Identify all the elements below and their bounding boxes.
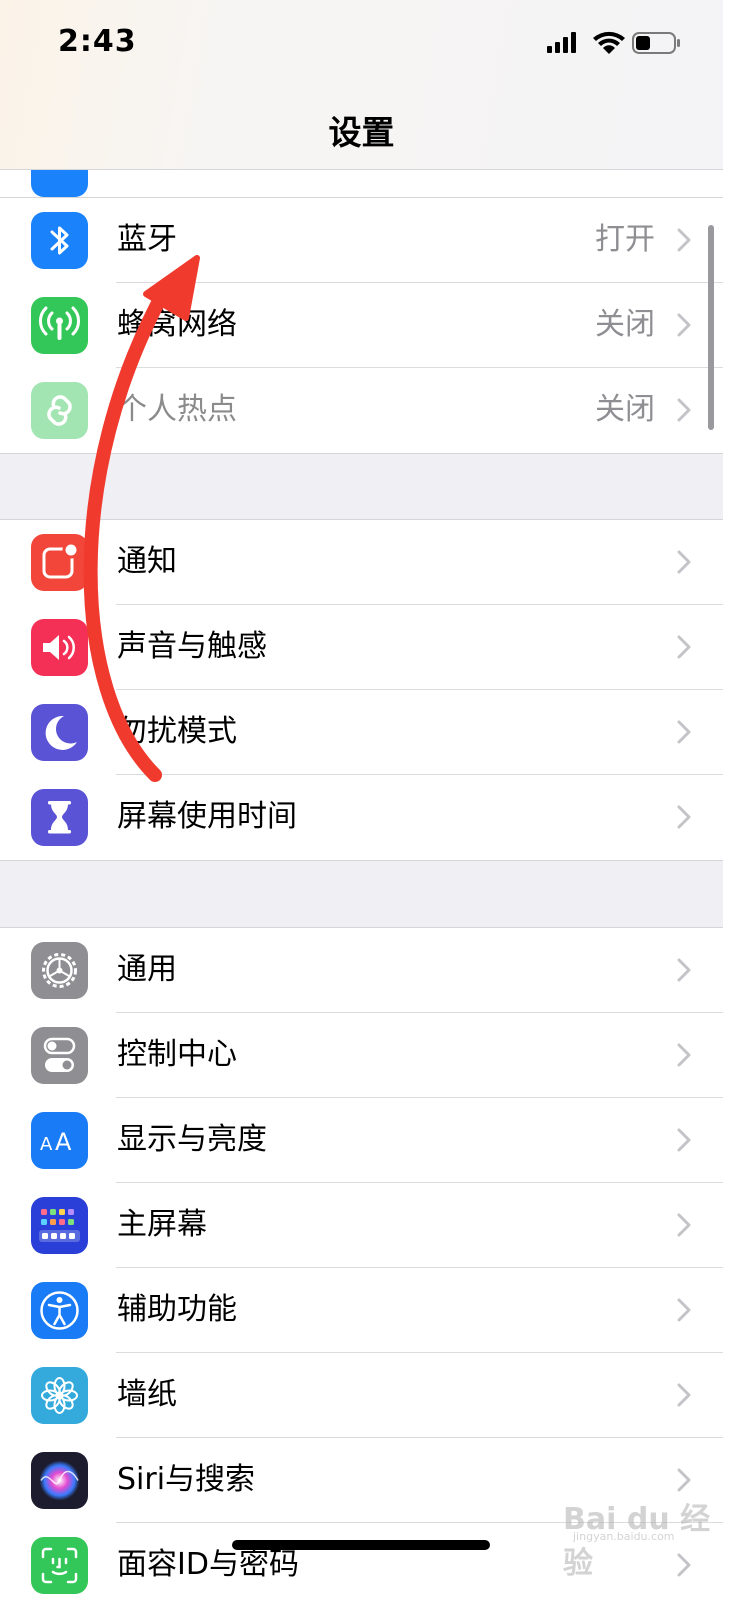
bluetooth-icon	[31, 212, 88, 269]
settings-row-label: 通用	[117, 952, 177, 987]
cellular-icon	[31, 297, 88, 354]
scroll-indicator[interactable]	[708, 225, 714, 430]
siri-icon	[31, 1452, 88, 1509]
settings-row-value: 关闭	[595, 392, 655, 427]
chevron-right-icon	[677, 1043, 691, 1067]
home-indicator[interactable]	[232, 1540, 490, 1550]
face-id-icon	[31, 1537, 88, 1594]
settings-row-bluetooth[interactable]: 蓝牙 打开	[0, 198, 723, 283]
settings-row-display[interactable]: A A 显示与亮度	[0, 1098, 723, 1183]
flower-icon	[31, 1367, 88, 1424]
settings-row-value: 打开	[595, 222, 655, 257]
svg-text:A: A	[55, 1128, 72, 1156]
settings-row-label: 显示与亮度	[117, 1122, 267, 1157]
chevron-right-icon	[677, 313, 691, 337]
settings-row-control-center[interactable]: 控制中心	[0, 1013, 723, 1098]
chevron-right-icon	[677, 805, 691, 829]
accessibility-icon	[31, 1282, 88, 1339]
chevron-right-icon	[677, 958, 691, 982]
settings-screen: 2:43 设置 蓝牙 打开 蜂窝网络 关闭 个人热点 关闭 通知 声音与触感 勿…	[0, 0, 723, 1600]
signal-icon	[547, 32, 576, 53]
right-margin	[723, 0, 738, 1600]
chevron-right-icon	[677, 635, 691, 659]
chevron-right-icon	[677, 1383, 691, 1407]
page-title: 设置	[328, 113, 395, 152]
navigation-bar: 2:43 设置	[0, 0, 723, 170]
battery-icon	[632, 32, 680, 54]
chevron-right-icon	[677, 398, 691, 422]
settings-row-label: 主屏幕	[117, 1207, 207, 1242]
notifications-icon	[31, 534, 88, 591]
chevron-right-icon	[677, 228, 691, 252]
settings-row-do-not-disturb[interactable]: 勿扰模式	[0, 690, 723, 775]
settings-row-notifications[interactable]: 通知	[0, 520, 723, 605]
baidu-watermark: Bai du 经验 jingyan.baidu.com	[555, 1488, 723, 1581]
sound-icon	[31, 619, 88, 676]
settings-row-label: 墙纸	[117, 1377, 177, 1412]
settings-row-label: 屏幕使用时间	[117, 799, 297, 834]
settings-row-label: 通知	[117, 544, 177, 579]
settings-row-label: 控制中心	[117, 1037, 237, 1072]
settings-row-wallpaper[interactable]: 墙纸	[0, 1353, 723, 1438]
settings-row-accessibility[interactable]: 辅助功能	[0, 1268, 723, 1353]
status-icons	[543, 28, 693, 58]
settings-row-label: Siri与搜索	[117, 1462, 256, 1497]
status-time: 2:43	[58, 24, 137, 59]
home-screen-icon	[31, 1197, 88, 1254]
chevron-right-icon	[677, 550, 691, 574]
settings-row-label: 辅助功能	[117, 1292, 237, 1327]
chevron-right-icon	[677, 1213, 691, 1237]
settings-row-label: 勿扰模式	[117, 714, 237, 749]
settings-row-label: 蜂窝网络	[117, 307, 237, 342]
settings-row-sounds[interactable]: 声音与触感	[0, 605, 723, 690]
hourglass-icon	[31, 789, 88, 846]
display-aa-icon: A A	[31, 1112, 88, 1169]
settings-row-value: 关闭	[595, 307, 655, 342]
chevron-right-icon	[677, 1298, 691, 1322]
toggles-icon	[31, 1027, 88, 1084]
settings-group-connectivity: 蓝牙 打开 蜂窝网络 关闭 个人热点 关闭	[0, 197, 723, 454]
settings-row-cellular[interactable]: 蜂窝网络 关闭	[0, 283, 723, 368]
moon-icon	[31, 704, 88, 761]
watermark-subtext: jingyan.baidu.com	[573, 1530, 675, 1543]
settings-row-label: 个人热点	[117, 392, 237, 427]
settings-row-label: 面容ID与密码	[117, 1547, 299, 1582]
svg-text:A: A	[40, 1134, 53, 1155]
chevron-right-icon	[677, 720, 691, 744]
settings-row-general[interactable]: 通用	[0, 928, 723, 1013]
settings-row-screen-time[interactable]: 屏幕使用时间	[0, 775, 723, 860]
settings-row-label: 声音与触感	[117, 629, 267, 664]
settings-row-label: 蓝牙	[117, 222, 177, 257]
settings-row-hotspot: 个人热点 关闭	[0, 368, 723, 453]
chevron-right-icon	[677, 1128, 691, 1152]
settings-group-notifications: 通知 声音与触感 勿扰模式 屏幕使用时间	[0, 519, 723, 861]
gear-icon	[31, 942, 88, 999]
settings-row-home-screen[interactable]: 主屏幕	[0, 1183, 723, 1268]
hotspot-icon	[31, 382, 88, 439]
wifi-icon	[593, 31, 625, 54]
